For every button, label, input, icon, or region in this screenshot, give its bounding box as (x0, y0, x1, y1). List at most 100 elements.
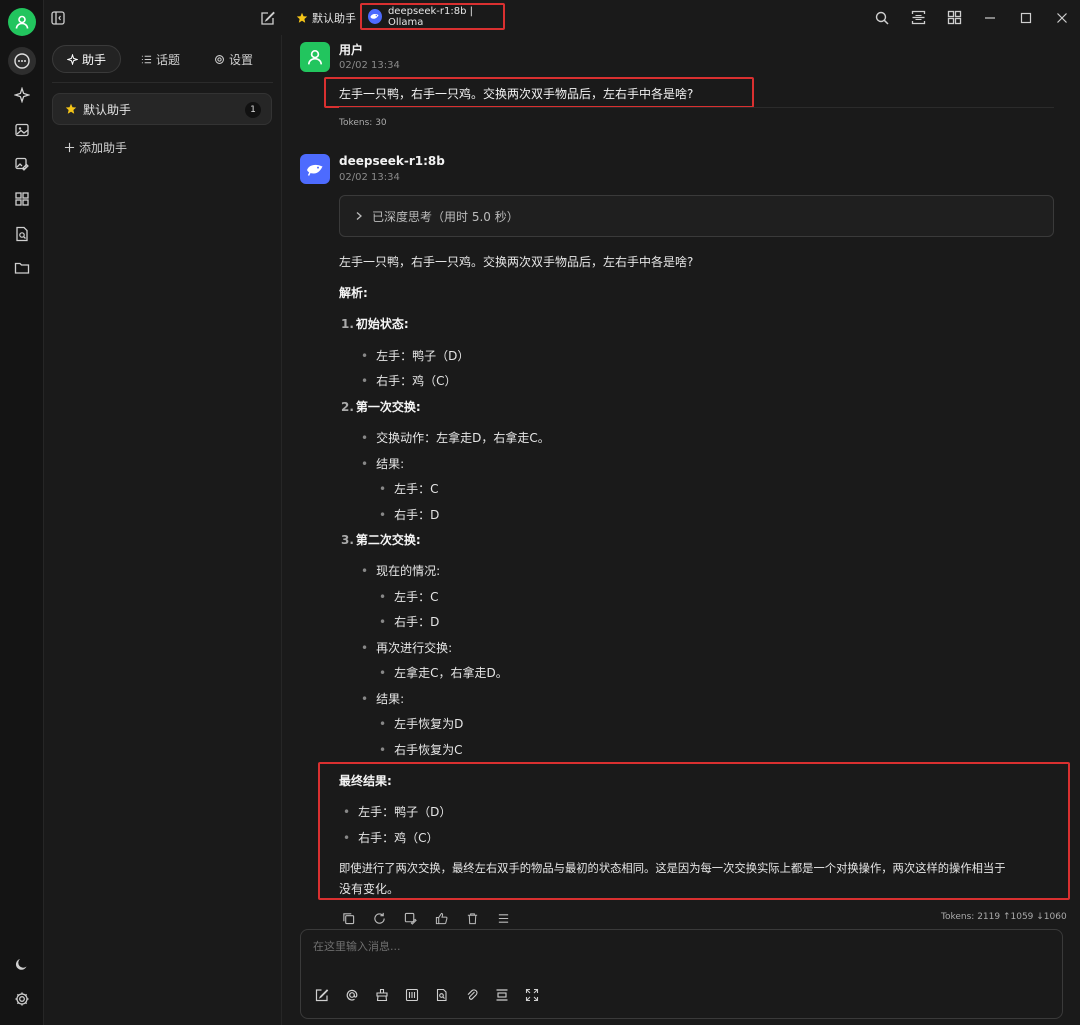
answer-question: 左手一只鸭，右手一只鸡。交换两次双手物品后，左右手中各是啥? (339, 255, 694, 269)
deepseek-logo-icon (307, 164, 323, 176)
rail-image[interactable] (8, 116, 36, 144)
assistant-item-label: 默认助手 (83, 102, 132, 117)
tab-topics[interactable]: 话题 (127, 45, 194, 73)
knowledge-tool[interactable] (433, 986, 451, 1004)
deepseek-logo-icon (368, 9, 382, 24)
list-item: 右手恢复为C (379, 741, 462, 758)
sidebar-tabs: 助手 话题 设置 (52, 45, 273, 73)
maximize-button[interactable] (1008, 0, 1044, 35)
new-topic-tool[interactable] (313, 986, 331, 1004)
close-button[interactable] (1044, 0, 1080, 35)
list-item: 交换动作：左拿走D，右拿走C。 (361, 429, 550, 446)
context-tool[interactable] (403, 986, 421, 1004)
add-assistant-button[interactable]: 添加助手 (64, 139, 127, 156)
more-button[interactable] (494, 909, 512, 927)
menu-icon (498, 913, 508, 923)
maximize-icon (1020, 12, 1032, 23)
tab-topics-label: 话题 (156, 52, 181, 67)
edit-icon (261, 11, 275, 25)
assistant-message-tokens: Tokens: 2119 ↑1059 ↓1060 (941, 912, 1067, 922)
analysis-title: 解析: (339, 286, 368, 300)
user-message-text: 左手一只鸭，右手一只鸡。交换两次双手物品后，左右手中各是啥? (339, 87, 694, 101)
layout-icon (911, 10, 925, 25)
message-actions (339, 909, 512, 927)
sidebar: 助手 话题 设置 默认助手 1 添加助手 (44, 35, 282, 1025)
list-item: 右手：鸡（C） (343, 829, 438, 846)
assistant-message-name: deepseek-r1:8b (339, 154, 445, 168)
copy-icon (342, 912, 354, 924)
tab-settings-label: 设置 (229, 52, 254, 67)
list-item: 结果: (361, 690, 404, 707)
theme-toggle[interactable] (8, 950, 36, 978)
at-icon (346, 989, 358, 1001)
user-message-tokens: Tokens: 30 (339, 118, 387, 128)
final-result-title: 最终结果: (339, 774, 392, 788)
assistant-message-avatar (300, 154, 330, 184)
layout-button[interactable] (900, 0, 936, 35)
format-tool[interactable] (493, 986, 511, 1004)
list-item: 左手恢复为D (379, 715, 463, 732)
list-item: 右手：D (379, 613, 439, 630)
like-button[interactable] (432, 909, 450, 927)
grid-icon (947, 10, 961, 25)
new-topic-button[interactable] (259, 9, 277, 27)
expand-tool[interactable] (523, 986, 541, 1004)
minimize-icon (985, 16, 995, 19)
model-selector[interactable]: deepseek-r1:8b | Ollama (360, 3, 505, 30)
doc-search-icon (436, 988, 447, 1002)
list-item: 结果: (361, 455, 404, 472)
conclusion-line-2: 没有变化。 (339, 882, 400, 896)
search-button[interactable] (864, 0, 900, 35)
user-message-avatar (300, 42, 330, 72)
rail-apps[interactable] (8, 185, 36, 213)
tab-assistants-label: 助手 (82, 52, 107, 67)
apps-button[interactable] (936, 0, 972, 35)
thinking-collapse[interactable]: 已深度思考（用时 5.0 秒） (339, 195, 1054, 237)
tab-assistants[interactable]: 助手 (52, 45, 122, 73)
refresh-icon (373, 912, 385, 924)
rail-image-edit[interactable] (8, 150, 36, 178)
list-item: 左手：鸭子（D） (361, 347, 469, 364)
user-icon (15, 15, 29, 29)
moon-icon (15, 959, 27, 970)
gear-icon (215, 54, 224, 64)
close-icon (1057, 12, 1067, 23)
image-edit-icon (15, 157, 29, 171)
thumbs-up-icon (435, 912, 447, 924)
trash-icon (467, 912, 477, 924)
assistant-item-default[interactable]: 默认助手 1 (52, 93, 272, 125)
user-message-time: 02/02 13:34 (339, 60, 400, 71)
message-input[interactable] (313, 936, 813, 956)
step-1-title: 1. 初始状态: (341, 317, 409, 331)
sidebar-divider (52, 82, 273, 83)
sparkle-icon (67, 53, 78, 65)
image-edit-icon (404, 912, 417, 925)
minimize-button[interactable] (972, 0, 1008, 35)
rail-agents[interactable] (8, 81, 36, 109)
rail-knowledge[interactable] (8, 220, 36, 248)
current-assistant[interactable]: 默认助手 (296, 8, 356, 28)
list-item: 右手：鸡（C） (361, 372, 456, 389)
regenerate-button[interactable] (370, 909, 388, 927)
copy-button[interactable] (339, 909, 357, 927)
folder-icon (14, 262, 30, 274)
translate-button[interactable] (401, 909, 419, 927)
image-icon (15, 123, 29, 137)
settings-button[interactable] (8, 985, 36, 1013)
delete-button[interactable] (463, 909, 481, 927)
rail-files[interactable] (8, 254, 36, 282)
tab-settings[interactable]: 设置 (200, 45, 267, 73)
user-avatar[interactable] (8, 8, 36, 36)
attach-tool[interactable] (463, 986, 481, 1004)
sidebar-toggle[interactable] (49, 9, 67, 27)
topbar: 默认助手 deepseek-r1:8b | Ollama (44, 0, 1080, 35)
rail-chat[interactable] (8, 47, 36, 75)
add-assistant-label: 添加助手 (79, 141, 128, 155)
left-rail (0, 0, 44, 1025)
message-composer (300, 929, 1063, 1019)
step-2-title: 2. 第一次交换: (341, 400, 421, 414)
list-icon (141, 55, 152, 63)
clear-tool[interactable] (373, 986, 391, 1004)
current-assistant-label: 默认助手 (312, 12, 356, 25)
mention-tool[interactable] (343, 986, 361, 1004)
